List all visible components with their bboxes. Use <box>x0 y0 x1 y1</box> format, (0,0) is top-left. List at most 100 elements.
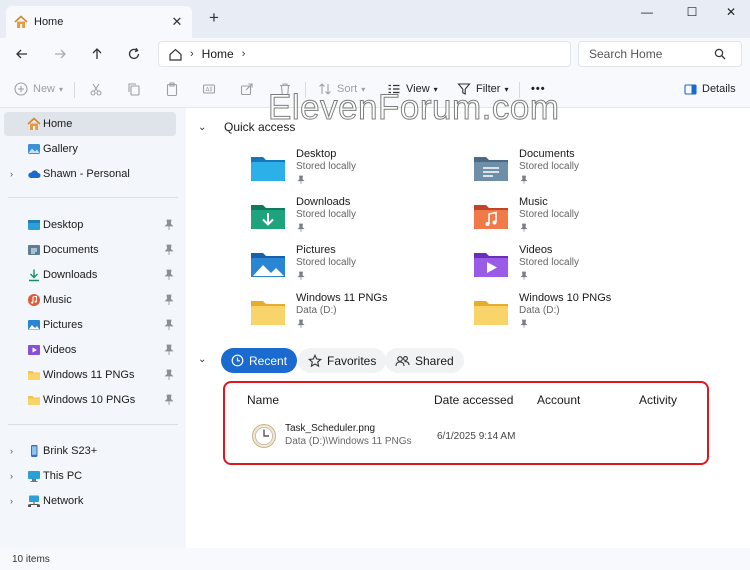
new-tab-button[interactable]: + <box>205 9 223 27</box>
tab-shared[interactable]: Shared <box>385 348 464 373</box>
item-location: Stored locally <box>519 257 580 268</box>
folder-icon <box>251 301 285 325</box>
chevron-down-icon[interactable]: ⌄ <box>198 122 212 133</box>
table-row[interactable]: Task_Scheduler.png Data (D:)\Windows 11 … <box>225 419 707 459</box>
sidebar-label: Windows 10 PNGs <box>43 394 136 406</box>
rename-button[interactable]: A <box>202 80 216 98</box>
chevron-right-icon[interactable]: › <box>10 169 13 179</box>
share-button[interactable] <box>240 80 254 98</box>
refresh-button[interactable] <box>124 44 144 64</box>
copy-icon <box>128 83 140 96</box>
scissors-icon <box>90 83 102 96</box>
quick-access-item-pictures[interactable]: Pictures Stored locally <box>250 244 460 288</box>
sidebar-item-gallery[interactable]: Gallery <box>4 137 176 161</box>
pin-icon[interactable] <box>164 294 174 306</box>
cut-button[interactable] <box>89 80 103 98</box>
quick-access-item-downloads[interactable]: Downloads Stored locally <box>250 196 460 240</box>
column-header-account[interactable]: Account <box>537 393 580 407</box>
quick-access-item-desktop[interactable]: Desktop Stored locally <box>250 148 460 192</box>
sidebar-item-documents[interactable]: Documents <box>4 238 176 262</box>
home-icon <box>14 15 28 28</box>
home-icon <box>27 117 41 130</box>
sidebar-label: Shawn - Personal <box>43 168 130 180</box>
maximize-button[interactable]: ☐ <box>677 5 707 21</box>
search-input[interactable] <box>589 47 714 61</box>
chevron-right-icon[interactable]: › <box>10 471 13 481</box>
quick-access-item-videos[interactable]: Videos Stored locally <box>473 244 683 288</box>
phone-icon <box>31 445 38 457</box>
pin-icon[interactable] <box>164 219 174 231</box>
quick-access-item-windows-11-pngs[interactable]: Windows 11 PNGs Data (D:) <box>250 292 460 336</box>
pin-icon[interactable] <box>164 394 174 406</box>
breadcrumb-home[interactable]: Home <box>202 47 234 61</box>
pin-icon[interactable] <box>164 344 174 356</box>
copy-button[interactable] <box>127 80 141 98</box>
share-icon <box>240 83 253 96</box>
divider <box>8 424 178 425</box>
chevron-right-icon[interactable]: › <box>242 48 246 60</box>
cloud-icon <box>28 170 41 178</box>
item-name: Videos <box>519 244 553 256</box>
close-window-button[interactable]: ✕ <box>716 5 746 21</box>
column-header-name[interactable]: Name <box>247 393 279 407</box>
up-button[interactable] <box>87 44 107 64</box>
chevron-right-icon[interactable]: › <box>10 446 13 456</box>
sidebar-item-this-pc[interactable]: › This PC <box>4 464 176 488</box>
navigation-pane: Home Gallery › Shawn - Personal Desktop … <box>0 108 186 548</box>
sidebar-item-network[interactable]: › Network <box>4 489 176 513</box>
sidebar-item-onedrive[interactable]: › Shawn - Personal <box>4 162 176 186</box>
tab-recent[interactable]: Recent <box>221 348 298 373</box>
recent-section-toggle[interactable]: ⌄ <box>198 354 212 365</box>
sidebar-item-home[interactable]: Home <box>4 112 176 136</box>
new-label: New <box>33 83 56 95</box>
clipboard-icon <box>166 82 178 96</box>
back-button[interactable] <box>12 44 32 64</box>
new-button[interactable]: New ▾ <box>14 80 63 98</box>
videos-folder-icon <box>474 253 508 277</box>
tab-favorites[interactable]: Favorites <box>298 348 387 373</box>
site-watermark: ElevenForum.com <box>267 88 560 128</box>
quick-access-item-windows-10-pngs[interactable]: Windows 10 PNGs Data (D:) <box>473 292 683 336</box>
sidebar-item-desktop[interactable]: Desktop <box>4 213 176 237</box>
arrow-right-icon <box>55 49 66 59</box>
sidebar-item-downloads[interactable]: Downloads <box>4 263 176 287</box>
tab-shared-label: Shared <box>415 353 454 368</box>
column-header-date-accessed[interactable]: Date accessed <box>434 393 513 407</box>
content-pane: ⌄ Quick access Desktop Stored locally Do… <box>186 108 750 548</box>
sidebar-label: Videos <box>43 344 77 356</box>
pictures-icon <box>28 320 40 330</box>
chevron-right-icon[interactable]: › <box>10 496 13 506</box>
sidebar-item-phone[interactable]: › Brink S23+ <box>4 439 176 463</box>
download-arrow-icon <box>29 269 39 282</box>
sidebar-label: Documents <box>43 244 99 256</box>
pin-icon[interactable] <box>164 269 174 281</box>
pin-icon <box>297 223 305 232</box>
address-bar[interactable]: › Home › <box>158 41 571 67</box>
quick-access-item-documents[interactable]: Documents Stored locally <box>473 148 683 192</box>
sidebar-item-windows-11-pngs[interactable]: Windows 11 PNGs <box>4 363 176 387</box>
close-tab-icon[interactable]: ✕ <box>170 15 184 29</box>
pin-icon <box>520 271 528 280</box>
folder-icon <box>28 396 40 405</box>
details-button[interactable]: Details <box>684 80 736 98</box>
pin-icon[interactable] <box>164 244 174 256</box>
divider <box>8 197 178 198</box>
sidebar-item-videos[interactable]: Videos <box>4 338 176 362</box>
sidebar-item-windows-10-pngs[interactable]: Windows 10 PNGs <box>4 388 176 412</box>
tab-home[interactable]: Home ✕ <box>6 6 192 38</box>
tab-title: Home <box>34 16 64 28</box>
column-header-activity[interactable]: Activity <box>639 393 677 407</box>
chevron-down-icon[interactable]: ⌄ <box>198 354 212 365</box>
tab-favorites-label: Favorites <box>327 353 377 368</box>
pin-icon[interactable] <box>164 319 174 331</box>
details-label: Details <box>702 83 736 95</box>
sidebar-item-pictures[interactable]: Pictures <box>4 313 176 337</box>
sidebar-item-music[interactable]: Music <box>4 288 176 312</box>
forward-button[interactable] <box>50 44 70 64</box>
gallery-icon <box>28 144 40 154</box>
minimize-button[interactable]: — <box>632 5 662 21</box>
pin-icon[interactable] <box>164 369 174 381</box>
paste-button[interactable] <box>165 80 179 98</box>
search-box[interactable] <box>578 41 742 67</box>
quick-access-item-music[interactable]: Music Stored locally <box>473 196 683 240</box>
